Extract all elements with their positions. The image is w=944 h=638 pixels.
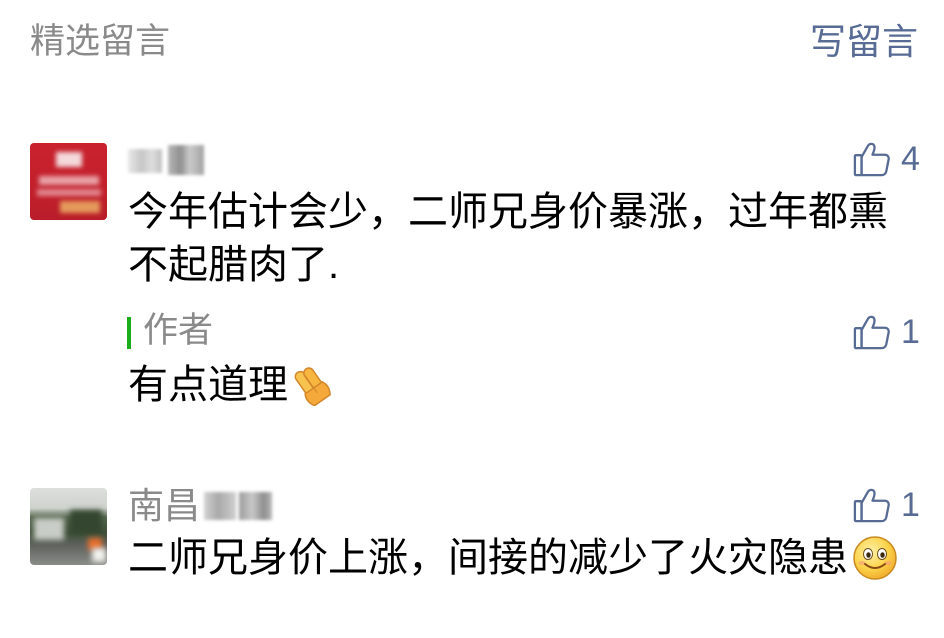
- avatar: [30, 488, 107, 565]
- username: 南昌: [128, 485, 201, 526]
- username-mosaic: [239, 492, 273, 520]
- thumbs-up-icon[interactable]: [853, 140, 891, 178]
- avatar-detail: [37, 189, 101, 196]
- like-count: 1: [901, 313, 920, 351]
- username-mosaic: [128, 149, 162, 173]
- thumbs-up-icon[interactable]: [853, 313, 891, 351]
- avatar-detail: [60, 201, 100, 213]
- section-title: 精选留言: [30, 22, 171, 61]
- comment-row: 二师兄身价上涨，间接的减少了火灾隐患: [128, 535, 898, 581]
- username-blurred: [202, 489, 274, 523]
- avatar-detail: [70, 510, 102, 534]
- username-blurred: [128, 143, 208, 177]
- like-button[interactable]: 1: [853, 313, 920, 351]
- avatar-detail: [56, 152, 82, 167]
- author-label: 作者: [143, 311, 214, 350]
- like-button[interactable]: 1: [853, 486, 920, 524]
- username-mosaic: [168, 145, 204, 175]
- author-bar: [127, 317, 131, 349]
- comment-text: 今年估计会少，二师兄身价暴涨，过年都熏不起腊肉了.: [128, 190, 888, 287]
- reply-text: 有点道理: [128, 363, 288, 407]
- like-button[interactable]: 4: [853, 140, 920, 178]
- avatar: [30, 143, 107, 220]
- write-comment-button[interactable]: 写留言: [810, 22, 918, 62]
- like-count: 1: [901, 486, 920, 524]
- smiley-icon: [853, 536, 897, 580]
- folded-hands-icon: [294, 367, 331, 406]
- username-row: 南昌: [128, 486, 274, 526]
- comment-text: 二师兄身价上涨，间接的减少了火灾隐患: [128, 536, 848, 580]
- avatar-detail: [92, 548, 106, 562]
- reply-row: 有点道理: [128, 364, 336, 406]
- thumbs-up-icon[interactable]: [853, 486, 891, 524]
- avatar-detail: [34, 518, 64, 540]
- avatar-detail: [39, 176, 99, 185]
- username-mosaic: [204, 492, 237, 520]
- like-count: 4: [901, 140, 920, 178]
